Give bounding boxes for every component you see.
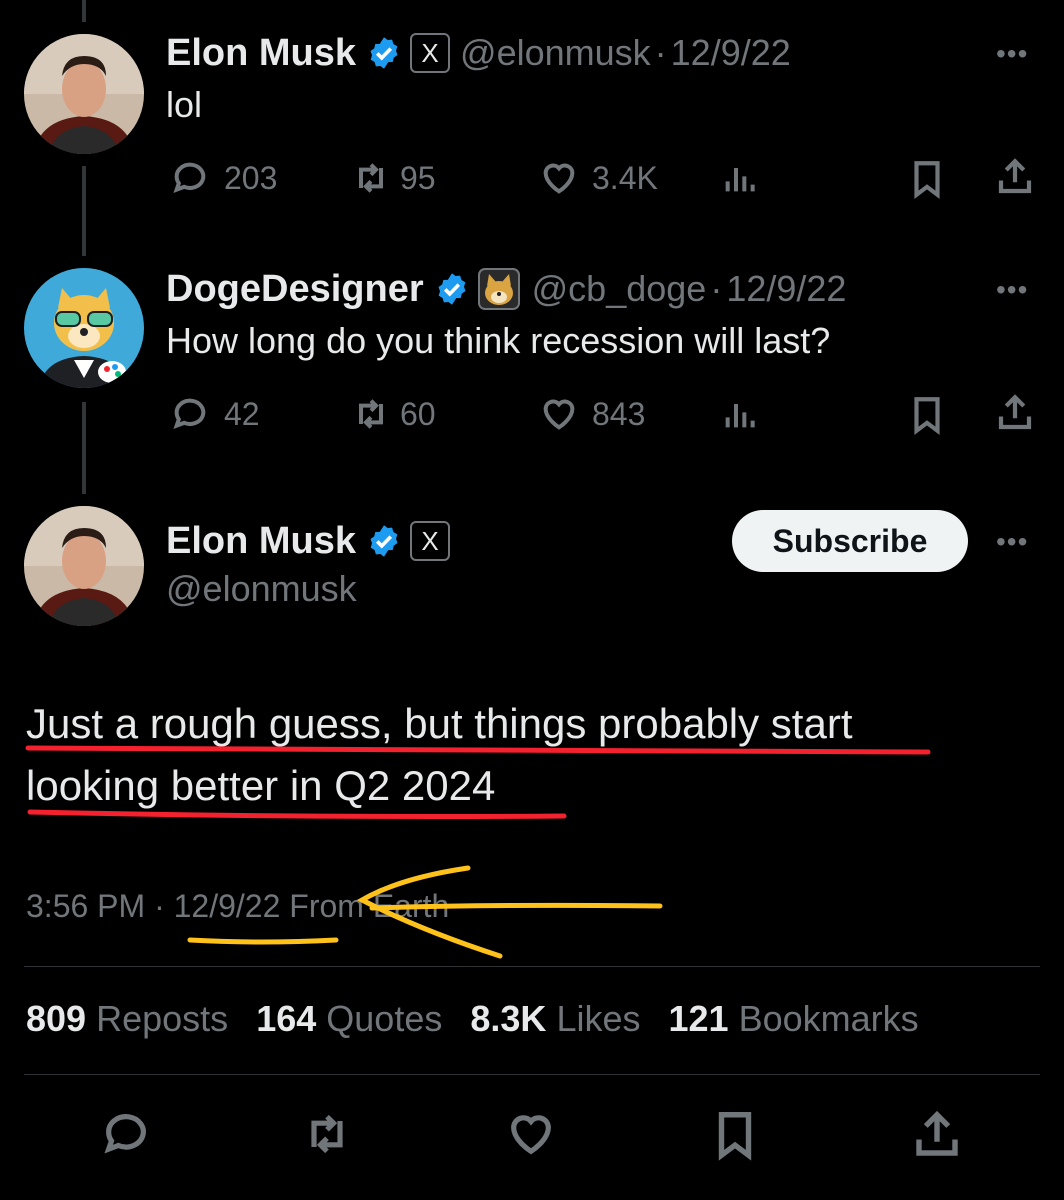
reposts-count: 809 — [26, 998, 87, 1039]
quotes-stat[interactable]: 164 Quotes — [256, 998, 442, 1039]
share-button[interactable] — [910, 1108, 964, 1167]
repost-icon — [311, 1114, 343, 1154]
engagement-stats: 809 Reposts 164 Quotes 8.3K Likes 121 Bo… — [26, 998, 919, 1040]
reposts-label: Reposts — [96, 998, 229, 1039]
likes-label: Likes — [556, 998, 641, 1039]
divider-top — [24, 966, 1040, 967]
divider-bottom — [24, 1074, 1040, 1075]
yellow-underline — [187, 937, 339, 945]
quotes-count: 164 — [256, 998, 317, 1039]
reposts-stat[interactable]: 809 Reposts — [26, 998, 228, 1039]
like-button[interactable] — [504, 1108, 558, 1165]
quotes-label: Quotes — [326, 998, 443, 1039]
bookmarks-count: 121 — [668, 998, 729, 1039]
bookmark-icon — [718, 1112, 752, 1161]
likes-count: 8.3K — [470, 998, 547, 1039]
reply-icon — [104, 1114, 146, 1154]
bookmark-button[interactable] — [708, 1108, 762, 1167]
yellow-arrow-head — [356, 865, 503, 959]
heart-icon — [511, 1115, 551, 1155]
yellow-arrow-shaft — [369, 902, 663, 911]
bookmarks-label: Bookmarks — [738, 998, 919, 1039]
repost-button[interactable] — [300, 1108, 354, 1165]
reply-button[interactable] — [100, 1108, 152, 1165]
likes-stat[interactable]: 8.3K Likes — [470, 998, 640, 1039]
share-icon — [916, 1110, 958, 1156]
bookmarks-stat[interactable]: 121 Bookmarks — [669, 998, 919, 1039]
